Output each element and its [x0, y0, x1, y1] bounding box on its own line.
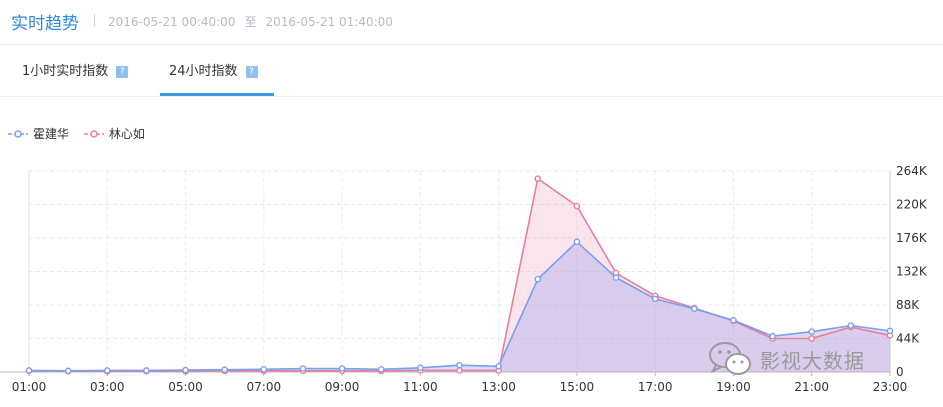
tab-label: 24小时指数 — [169, 64, 238, 79]
y-tick-label: 44K — [896, 332, 920, 346]
data-point — [573, 238, 581, 246]
time-range: 2016-05-21 00:40:00 至 2016-05-21 01:40:00 — [108, 13, 393, 30]
x-tick-label: 15:00 — [560, 380, 595, 394]
y-tick-label: 88K — [896, 298, 920, 312]
chart-legend: 霍建华 林心如 — [8, 125, 156, 142]
data-point — [456, 367, 463, 374]
x-tick-label: 05:00 — [168, 380, 203, 394]
help-icon[interactable]: ? — [116, 66, 129, 78]
data-point — [221, 366, 228, 374]
data-point — [143, 367, 150, 374]
y-tick-label: 220K — [896, 198, 928, 212]
data-point — [534, 275, 542, 283]
legend-line-marker-icon — [83, 129, 104, 138]
x-tick-label: 19:00 — [716, 380, 751, 394]
data-point — [808, 328, 816, 335]
x-tick-label: 17:00 — [638, 380, 673, 394]
range-start: 2016-05-21 00:40:00 — [108, 15, 236, 29]
data-point — [338, 365, 346, 372]
data-point — [691, 305, 698, 313]
watermark-text: 影视大数据 — [760, 348, 865, 373]
y-tick-label: 176K — [896, 231, 928, 245]
data-point — [103, 367, 111, 374]
tab-24h-index[interactable]: 24小时指数? — [160, 60, 274, 96]
x-tick-label: 03:00 — [90, 380, 125, 394]
range-end: 2016-05-21 01:40:00 — [265, 15, 393, 29]
legend-label: 霍建华 — [33, 127, 70, 141]
data-point — [886, 327, 894, 335]
data-point — [25, 367, 33, 374]
data-point — [377, 366, 385, 373]
x-tick-label: 07:00 — [247, 380, 282, 394]
title-divider — [94, 14, 95, 27]
x-tick-label: 13:00 — [481, 380, 516, 394]
legend-line-marker-icon — [8, 129, 28, 138]
data-point — [182, 366, 189, 374]
y-tick-label: 132K — [896, 265, 928, 279]
legend-item-series-1[interactable]: 霍建华 — [8, 125, 69, 142]
page-title: 实时趋势 — [11, 14, 79, 34]
help-icon[interactable]: ? — [245, 66, 258, 78]
tab-label: 1小时实时指数 — [22, 64, 109, 79]
x-tick-label: 11:00 — [403, 380, 438, 394]
data-point — [64, 367, 72, 375]
x-tick-label: 09:00 — [325, 380, 360, 394]
data-point — [847, 322, 855, 329]
data-point — [573, 202, 581, 210]
tab-bar: 1小时实时指数? 24小时指数? — [0, 50, 943, 97]
legend-label: 林心如 — [108, 127, 145, 141]
header: 实时趋势 2016-05-21 00:40:00 至 2016-05-21 01:4… — [0, 0, 943, 45]
data-point — [417, 364, 424, 372]
data-point — [769, 332, 776, 340]
x-tick-label: 01:00 — [12, 380, 47, 394]
x-tick-label: 23:00 — [873, 380, 908, 394]
tab-1h-index[interactable]: 1小时实时指数? — [22, 60, 129, 96]
data-point — [651, 295, 659, 303]
range-to: 至 — [244, 15, 257, 29]
data-point — [495, 362, 502, 370]
y-tick-label: 0 — [896, 365, 904, 379]
watermark: 影视大数据 — [708, 340, 865, 378]
y-tick-label: 264K — [896, 164, 928, 178]
data-point — [730, 316, 737, 324]
data-point — [612, 274, 620, 281]
wechat-icon — [709, 342, 751, 375]
data-point — [299, 365, 307, 372]
legend-item-series-2[interactable]: 林心如 — [83, 125, 145, 142]
x-tick-label: 21:00 — [794, 380, 829, 394]
data-point — [456, 361, 463, 369]
data-point — [534, 175, 542, 182]
data-point — [260, 366, 268, 373]
